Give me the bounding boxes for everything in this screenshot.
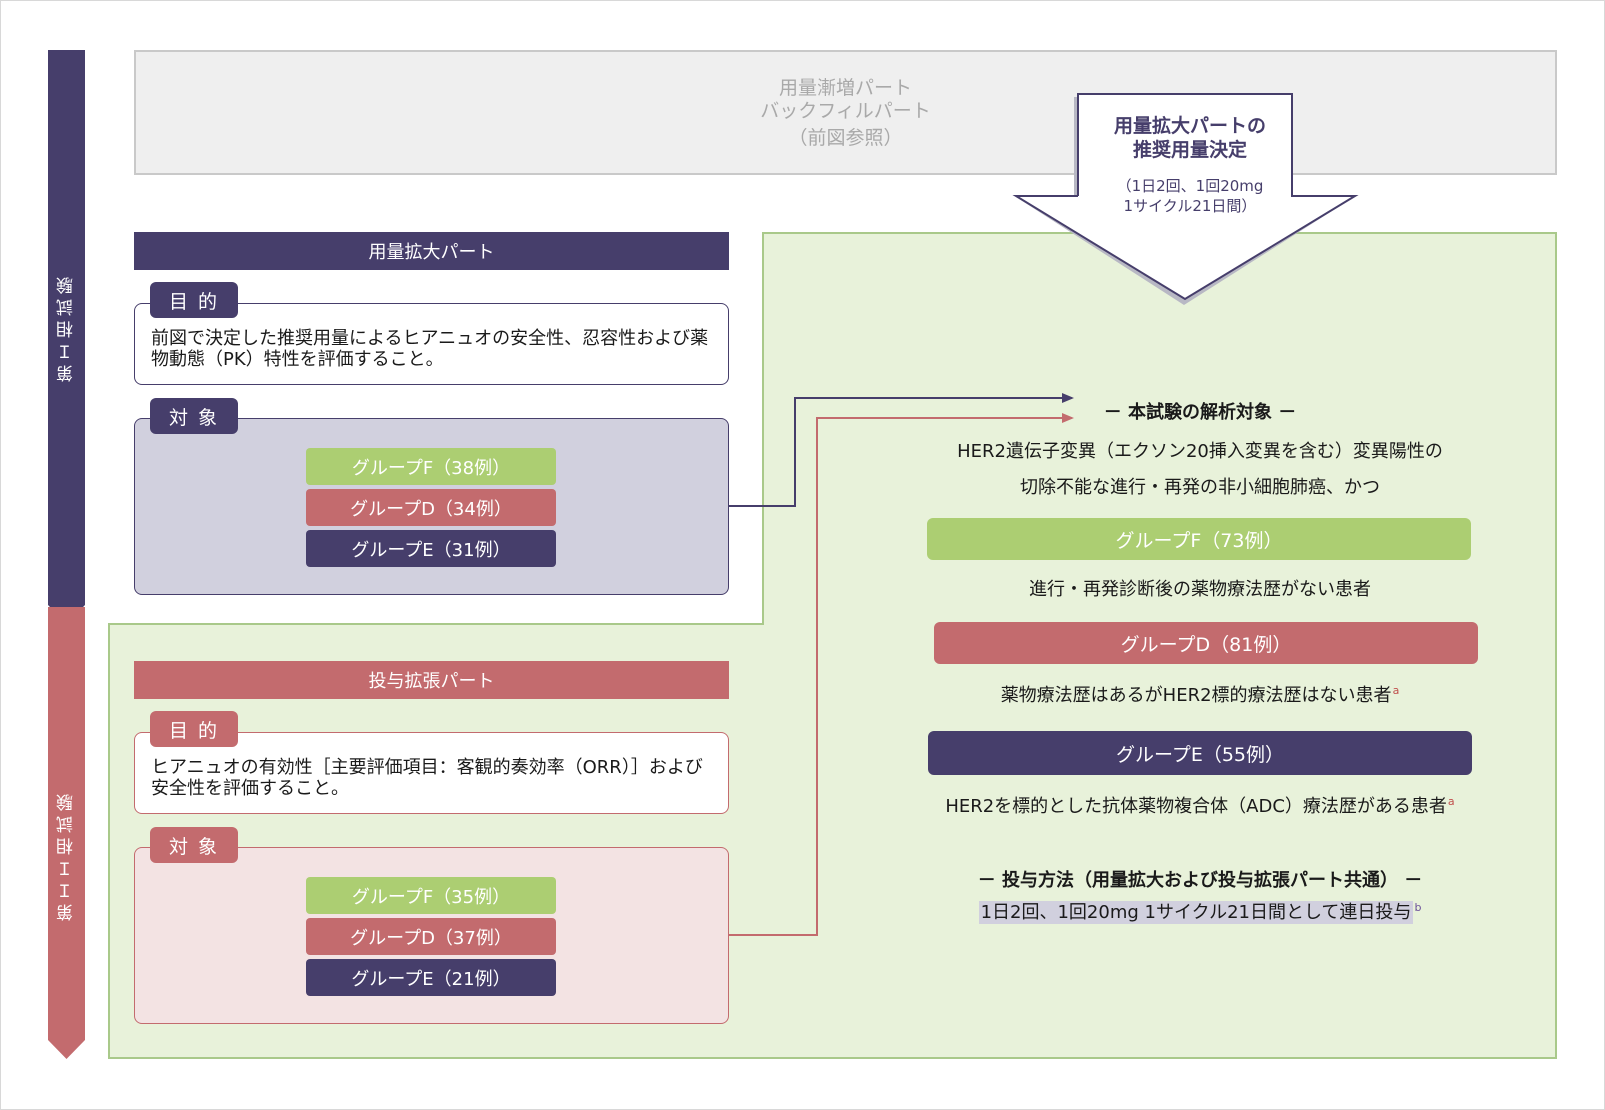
analysis-group-d: グループD（81例） <box>934 622 1478 664</box>
dosing-line: 1日2回、1回20mg 1サイクル21日間として連日投与 b <box>900 898 1500 924</box>
analysis-group-d-desc: 薬物療法歴はあるがHER2標的療法歴はない患者a <box>890 681 1510 707</box>
footnote-a-marker: a <box>1392 684 1400 697</box>
analysis-group-e-desc-text: HER2を標的とした抗体薬物複合体（ADC）療法歴がある患者 <box>945 796 1447 817</box>
footnote-b-marker: b <box>1414 901 1422 914</box>
analysis-group-e: グループE（55例） <box>928 731 1472 775</box>
analysis-group-d-desc-text: 薬物療法歴はあるがHER2標的療法歴はない患者 <box>1000 685 1392 706</box>
analysis-heading: － 本試験の解析対象 － <box>1103 402 1297 423</box>
analysis-group-f-desc: 進行・再発診断後の薬物療法歴がない患者 <box>1029 579 1371 600</box>
analysis-group-e-desc: HER2を標的とした抗体薬物複合体（ADC）療法歴がある患者a <box>880 792 1520 818</box>
dosing-heading: － 投与方法（用量拡大および投与拡張パート共通） － <box>977 870 1423 891</box>
analysis-group-f: グループF（73例） <box>927 518 1471 560</box>
analysis-line1: HER2遺伝子変異（エクソン20挿入変異を含む）変異陽性の <box>957 441 1443 462</box>
footnote-a-marker-2: a <box>1447 795 1455 808</box>
analysis-line2: 切除不能な進行・再発の非小細胞肺癌、かつ <box>1020 477 1380 498</box>
dosing-text: 1日2回、1回20mg 1サイクル21日間として連日投与 <box>978 901 1414 924</box>
